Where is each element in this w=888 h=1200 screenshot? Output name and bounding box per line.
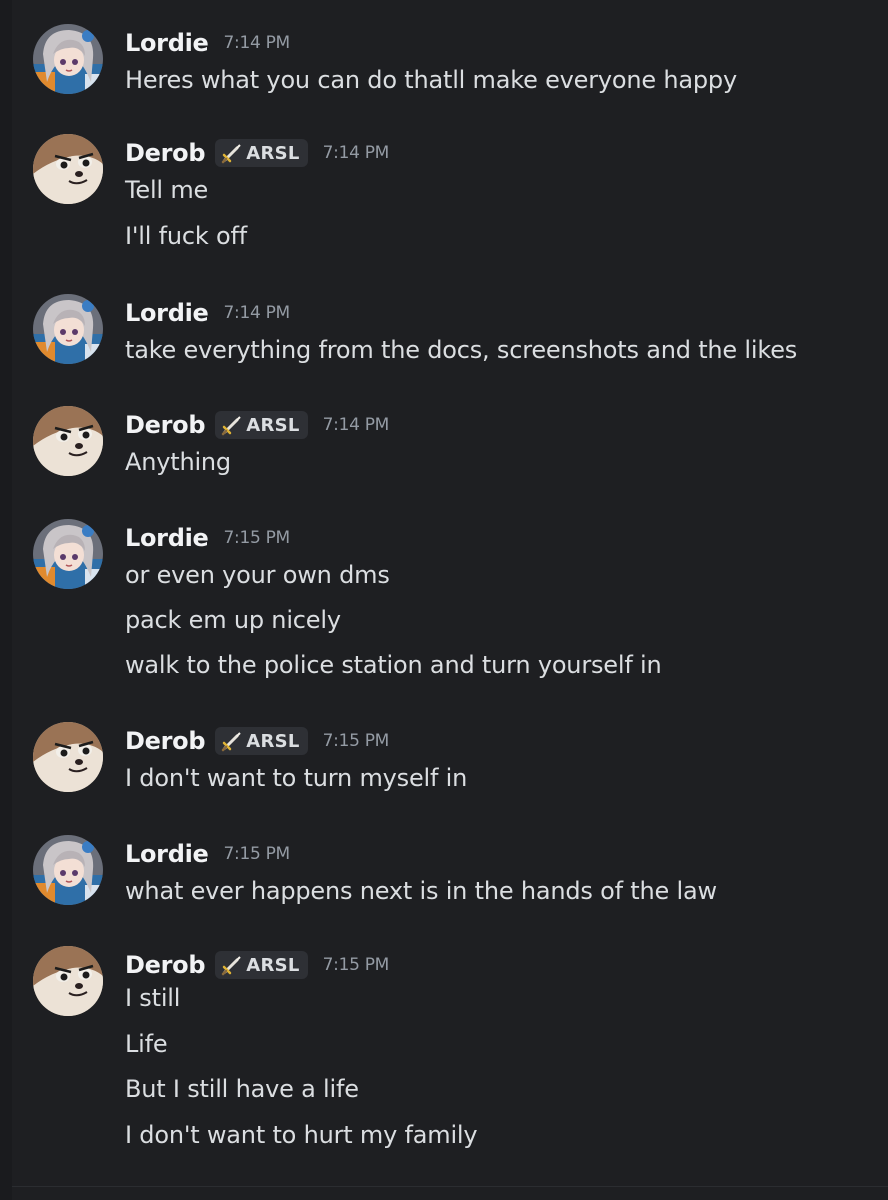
sword-icon <box>221 954 243 976</box>
server-tag[interactable]: ARSL <box>215 727 308 755</box>
message-header: Derob ARSL 7:15 PM <box>125 726 389 756</box>
message-text: walk to the police station and turn your… <box>125 651 662 679</box>
message-text: Tell me <box>125 176 209 204</box>
tag-label: ARSL <box>246 142 300 164</box>
timestamp: 7:15 PM <box>223 528 291 548</box>
sword-icon <box>221 142 243 164</box>
tag-label: ARSL <box>246 414 300 436</box>
message-header: Derob ARSL 7:14 PM <box>125 410 389 440</box>
server-tag[interactable]: ARSL <box>215 951 308 979</box>
username[interactable]: Lordie <box>125 840 209 868</box>
tag-label: ARSL <box>246 730 300 752</box>
message-text: Anything <box>125 448 231 476</box>
message-text: I don't want to turn myself in <box>125 764 468 792</box>
message-text: Life <box>125 1030 168 1058</box>
timestamp: 7:14 PM <box>322 415 390 435</box>
username[interactable]: Derob <box>125 411 206 439</box>
message-text: Heres what you can do thatll make everyo… <box>125 66 737 94</box>
username[interactable]: Lordie <box>125 29 209 57</box>
server-tag[interactable]: ARSL <box>215 139 308 167</box>
avatar[interactable] <box>33 406 103 476</box>
message-text: I don't want to hurt my family <box>125 1121 478 1149</box>
avatar[interactable] <box>33 294 103 364</box>
divider <box>12 1186 888 1187</box>
username[interactable]: Derob <box>125 139 206 167</box>
timestamp: 7:15 PM <box>322 955 390 975</box>
avatar[interactable] <box>33 519 103 589</box>
server-tag[interactable]: ARSL <box>215 411 308 439</box>
message-header: Derob ARSL 7:15 PM <box>125 950 389 980</box>
sword-icon <box>221 414 243 436</box>
message-text: I'll fuck off <box>125 222 248 250</box>
message-text: take everything from the docs, screensho… <box>125 336 798 364</box>
timestamp: 7:15 PM <box>322 731 390 751</box>
tag-label: ARSL <box>246 954 300 976</box>
message-text: or even your own dms <box>125 561 390 589</box>
message-text: I still <box>125 984 181 1012</box>
timestamp: 7:14 PM <box>223 33 291 53</box>
timestamp: 7:14 PM <box>322 143 390 163</box>
message-header: Lordie 7:15 PM <box>125 523 290 553</box>
avatar[interactable] <box>33 835 103 905</box>
timestamp: 7:15 PM <box>223 844 291 864</box>
avatar[interactable] <box>33 722 103 792</box>
left-rail <box>0 0 12 1200</box>
username[interactable]: Derob <box>125 727 206 755</box>
username[interactable]: Lordie <box>125 524 209 552</box>
message-text: But I still have a life <box>125 1075 359 1103</box>
sword-icon <box>221 730 243 752</box>
avatar[interactable] <box>33 946 103 1016</box>
message-header: Lordie 7:15 PM <box>125 839 290 869</box>
avatar[interactable] <box>33 24 103 94</box>
message-header: Lordie 7:14 PM <box>125 28 290 58</box>
timestamp: 7:14 PM <box>223 303 291 323</box>
avatar[interactable] <box>33 134 103 204</box>
message-text: what ever happens next is in the hands o… <box>125 877 717 905</box>
username[interactable]: Derob <box>125 951 206 979</box>
message-header: Derob ARSL 7:14 PM <box>125 138 389 168</box>
message-text: pack em up nicely <box>125 606 341 634</box>
username[interactable]: Lordie <box>125 299 209 327</box>
message-header: Lordie 7:14 PM <box>125 298 290 328</box>
